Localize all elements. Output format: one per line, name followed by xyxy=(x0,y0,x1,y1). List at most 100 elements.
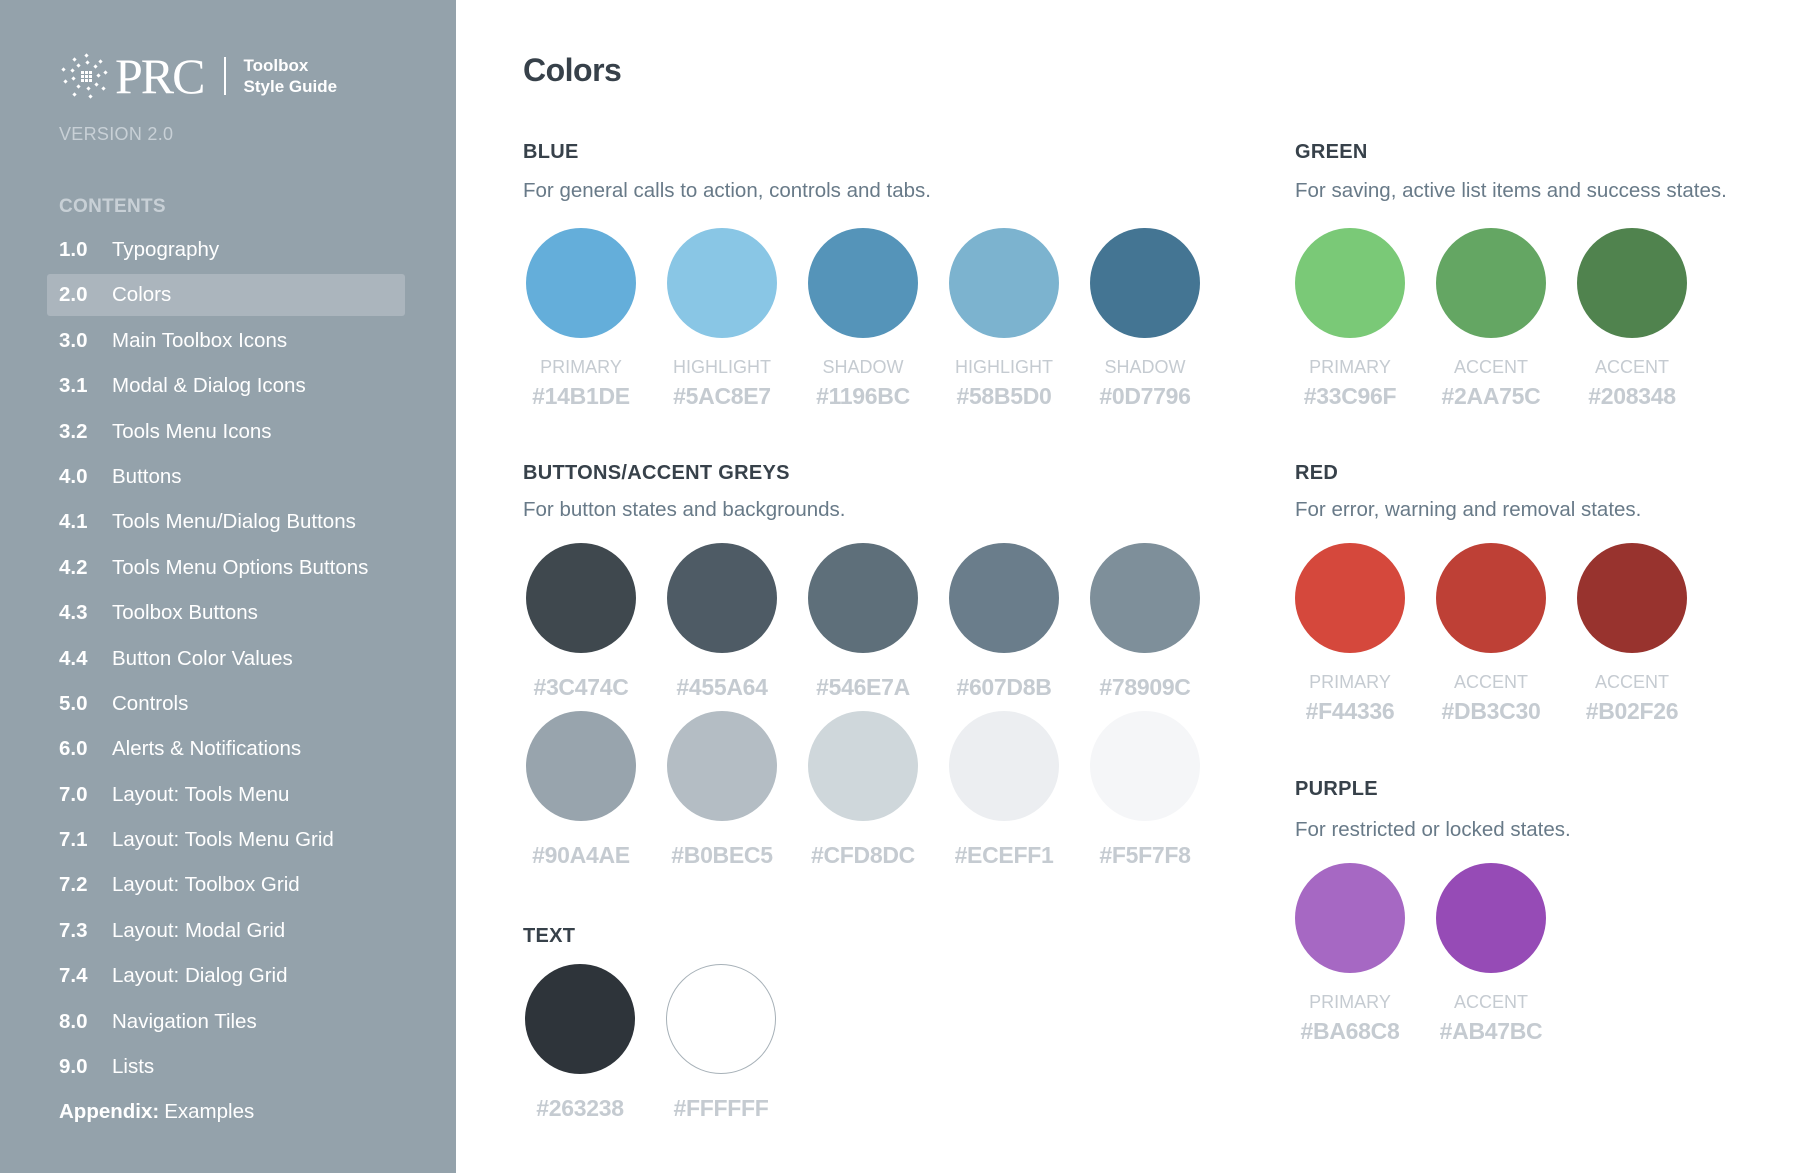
sidebar-item-typography[interactable]: 1.0 Typography xyxy=(47,229,405,271)
swatch-hex-value: #208348 xyxy=(1588,383,1676,409)
red-swatch: PRIMARY #F44336 xyxy=(1295,543,1405,725)
sidebar-item-label: Tools Menu Options Buttons xyxy=(112,555,369,579)
sidebar-item-alerts-notifications[interactable]: 6.0 Alerts & Notifications xyxy=(47,728,405,770)
swatch-hex-value: #F5F7F8 xyxy=(1099,842,1191,868)
color-circle xyxy=(526,543,636,653)
color-circle xyxy=(525,964,635,1074)
sidebar-item-toolbox-buttons[interactable]: 4.3 Toolbox Buttons xyxy=(47,592,405,634)
blue-swatch: SHADOW #1196BC xyxy=(808,228,918,410)
sidebar-item-number: 3.1 xyxy=(59,374,88,398)
logo-brand: PRC xyxy=(115,48,206,104)
swatch-role-label: ACCENT xyxy=(1453,672,1528,692)
color-circle xyxy=(667,228,777,338)
sidebar-item-main-toolbox-icons[interactable]: 3.0 Main Toolbox Icons xyxy=(47,320,405,362)
sidebar-item-number: 7.3 xyxy=(59,918,88,942)
green-swatch: ACCENT #208348 xyxy=(1577,228,1687,410)
swatch-hex-value: #3C474C xyxy=(533,674,629,700)
sidebar-item-label: Tools Menu Icons xyxy=(112,419,272,443)
swatch-hex-value: #FFFFFF xyxy=(673,1095,769,1121)
sidebar-item-tools-menu-options-buttons[interactable]: 4.2 Tools Menu Options Buttons xyxy=(47,547,405,589)
green-description: For saving, active list items and succes… xyxy=(1295,179,1727,202)
color-circle xyxy=(1090,228,1200,338)
sidebar-item-examples[interactable]: Appendix: Examples xyxy=(47,1091,405,1133)
greys-swatch: #CFD8DC xyxy=(808,711,918,869)
swatch-hex-value: #263238 xyxy=(536,1095,624,1121)
sidebar-item-layout-tools-menu-grid[interactable]: 7.1 Layout: Tools Menu Grid xyxy=(47,819,405,861)
red-description: For error, warning and removal states. xyxy=(1295,498,1642,521)
sidebar-item-controls[interactable]: 5.0 Controls xyxy=(47,683,405,725)
sidebar-item-layout-dialog-grid[interactable]: 7.4 Layout: Dialog Grid xyxy=(47,955,405,997)
sidebar-item-label: Alerts & Notifications xyxy=(112,737,302,761)
sidebar-item-number: 3.0 xyxy=(59,328,88,352)
greys-swatch: #78909C xyxy=(1090,543,1200,701)
purple-heading: PURPLE xyxy=(1295,778,1378,800)
greys-swatch: #607D8B xyxy=(949,543,1059,701)
sidebar: PRC Toolbox Style Guide VERSION 2.0 CONT… xyxy=(0,0,456,1173)
swatch-hex-value: #5AC8E7 xyxy=(673,383,771,409)
color-circle xyxy=(808,228,918,338)
color-circle xyxy=(1577,543,1687,653)
swatch-hex-value: #BA68C8 xyxy=(1300,1018,1400,1044)
sidebar-item-number: 4.3 xyxy=(59,601,88,625)
color-circle xyxy=(1436,863,1546,973)
sidebar-item-number: 9.0 xyxy=(59,1055,88,1079)
sidebar-item-layout-tools-menu[interactable]: 7.0 Layout: Tools Menu xyxy=(47,774,405,816)
sidebar-item-lists[interactable]: 9.0 Lists xyxy=(47,1046,405,1088)
version-label: VERSION 2.0 xyxy=(59,124,174,144)
sidebar-item-colors[interactable]: 2.0 Colors xyxy=(47,274,405,317)
color-circle xyxy=(526,711,636,821)
sidebar-item-buttons[interactable]: 4.0 Buttons xyxy=(47,456,405,498)
purple-description: For restricted or locked states. xyxy=(1295,818,1571,841)
sidebar-item-label: Buttons xyxy=(112,464,182,488)
sidebar-item-label: Layout: Tools Menu Grid xyxy=(112,828,334,852)
swatch-hex-value: #B02F26 xyxy=(1585,698,1679,724)
red-swatch: ACCENT #B02F26 xyxy=(1577,543,1687,725)
swatch-role-label: SHADOW xyxy=(1104,357,1186,377)
color-circle xyxy=(1090,711,1200,821)
blue-swatch: PRIMARY #14B1DE xyxy=(526,228,636,410)
logo-subtitle-line2: Style Guide xyxy=(243,77,338,96)
sidebar-item-number: 7.2 xyxy=(59,873,88,897)
swatch-hex-value: #90A4AE xyxy=(532,842,630,868)
color-circle xyxy=(949,228,1059,338)
color-circle xyxy=(949,543,1059,653)
sidebar-item-modal-dialog-icons[interactable]: 3.1 Modal & Dialog Icons xyxy=(47,365,405,407)
greys-swatch: #3C474C xyxy=(526,543,636,701)
sidebar-item-number: 7.1 xyxy=(59,828,88,852)
sidebar-item-tools-menu-icons[interactable]: 3.2 Tools Menu Icons xyxy=(47,411,405,453)
table-of-contents: 1.0 Typography 2.0 Colors 3.0 Main Toolbox Ic… xyxy=(47,229,405,1137)
swatch-hex-value: #607D8B xyxy=(956,674,1052,700)
color-circle xyxy=(949,711,1059,821)
color-circle xyxy=(1295,863,1405,973)
sidebar-item-number: 1.0 xyxy=(59,238,88,261)
swatch-role-label: PRIMARY xyxy=(1309,357,1391,377)
red-swatch: ACCENT #DB3C30 xyxy=(1436,543,1546,725)
sidebar-item-layout-toolbox-grid[interactable]: 7.2 Layout: Toolbox Grid xyxy=(47,864,405,906)
sidebar-item-button-color-values[interactable]: 4.4 Button Color Values xyxy=(47,638,405,680)
greys-swatch: #ECEFF1 xyxy=(949,711,1059,869)
color-circle xyxy=(666,964,776,1074)
swatch-hex-value: #CFD8DC xyxy=(811,842,915,868)
logo-subtitle-line1: Toolbox xyxy=(243,56,309,75)
text-swatch: #263238 xyxy=(525,964,635,1122)
swatch-hex-value: #33C96F xyxy=(1303,383,1397,409)
swatch-hex-value: #AB47BC xyxy=(1439,1018,1543,1044)
color-circle xyxy=(1577,228,1687,338)
color-circle xyxy=(1295,543,1405,653)
sidebar-item-tools-menu-dialog-buttons[interactable]: 4.1 Tools Menu/Dialog Buttons xyxy=(47,501,405,543)
sidebar-item-label: Typography xyxy=(112,238,220,261)
sidebar-item-layout-modal-grid[interactable]: 7.3 Layout: Modal Grid xyxy=(47,910,405,952)
sidebar-item-label: Colors xyxy=(112,283,172,307)
red-heading: RED xyxy=(1295,462,1339,484)
blue-swatch: HIGHLIGHT #5AC8E7 xyxy=(667,228,777,410)
green-swatch: ACCENT #2AA75C xyxy=(1436,228,1546,410)
sidebar-item-navigation-tiles[interactable]: 8.0 Navigation Tiles xyxy=(47,1001,405,1043)
logo-divider xyxy=(223,57,226,95)
blue-description: For general calls to action, controls an… xyxy=(523,179,931,202)
color-circle xyxy=(1436,228,1546,338)
contents-heading: CONTENTS xyxy=(59,196,166,217)
greys-swatch: #B0BEC5 xyxy=(667,711,777,869)
sidebar-item-number: 8.0 xyxy=(59,1009,88,1033)
logo[interactable]: PRC Toolbox Style Guide xyxy=(59,50,337,102)
sidebar-item-label: Tools Menu/Dialog Buttons xyxy=(112,510,356,534)
